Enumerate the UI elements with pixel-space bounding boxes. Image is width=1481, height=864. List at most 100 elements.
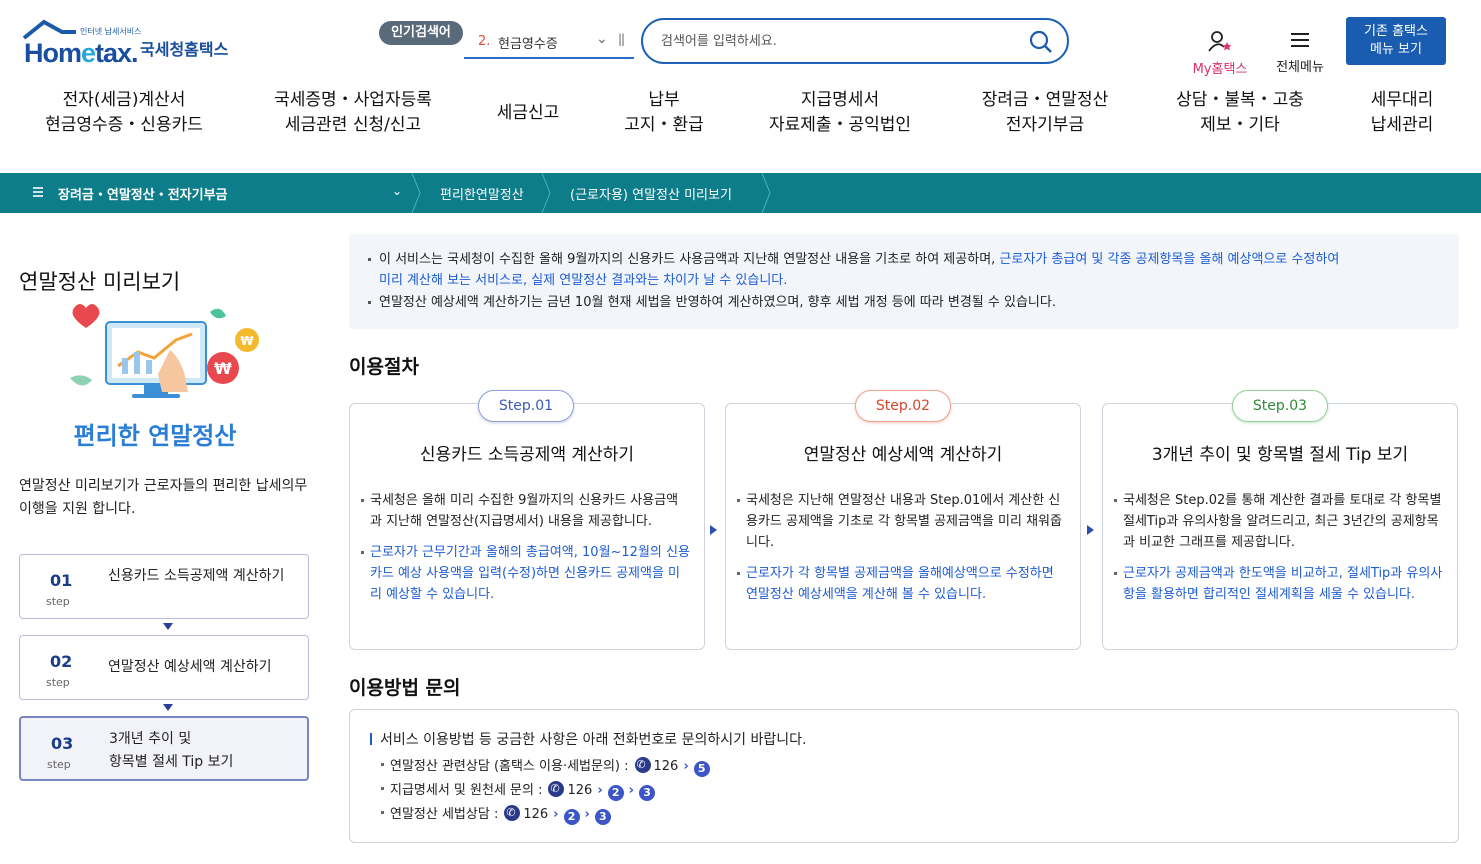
breadcrumb: 장려금・연말정산・전자기부금 ⌄ 편리한연말정산 (근로자용) 연말정산 미리보… [0,173,1481,213]
step-card-body: 국세청은 올해 미리 수집한 9월까지의 신용카드 사용금액과 지난해 연말정산… [361,490,690,615]
inquiry-title: 이용방법 문의 [349,677,461,699]
procedure-title: 이용절차 [349,356,419,378]
my-hometax-button[interactable]: My홈택스 [1188,30,1252,77]
step-label: 신용카드 소득공제액 계산하기 [108,568,285,584]
step-number: 01 [50,571,73,590]
illustration-caption: 편리한 연말정산 [73,422,237,450]
old-menu-button[interactable]: 기존 홈택스 메뉴 보기 [1346,17,1446,65]
gnb-label: 장려금・연말정산 [981,90,1109,110]
menu-number: 3 [594,809,611,825]
menu-number: 5 [693,761,710,777]
chevron-down-icon[interactable]: ⌄ [596,31,608,47]
arrow-right-icon [1087,525,1094,535]
arrow-right-icon: › [597,783,603,798]
svg-text:₩: ₩ [240,334,254,348]
step-card-text: 국세청은 지난해 연말정산 내용과 Step.01에서 계산한 신용카드 공제액… [737,490,1066,553]
popular-term[interactable]: 현금영수증 [498,33,558,52]
phone-number: 126 [653,759,679,774]
step-card-03: 3개년 추이 및 항목별 절세 Tip 보기 국세청은 Step.02를 통해 … [1102,403,1458,650]
menu-number: 3 [639,785,656,801]
menu-number: 2 [607,785,624,801]
arrow-right-icon: › [553,807,559,822]
sidebar-step-02[interactable]: 02 step 연말정산 예상세액 계산하기 [19,635,309,700]
step-label: 3개년 추이 및 항목별 절세 Tip 보기 [109,728,299,774]
gnb-label: 세금신고 [496,103,560,123]
house-icon [22,19,76,40]
step-label: 연말정산 예상세액 계산하기 [108,659,272,675]
svg-text:₩: ₩ [214,359,232,378]
sidebar-step-03[interactable]: 03 step 3개년 추이 및 항목별 절세 Tip 보기 [19,716,309,781]
step-card-02: 연말정산 예상세액 계산하기 국세청은 지난해 연말정산 내용과 Step.01… [725,403,1081,650]
page-title: 연말정산 미리보기 [19,270,181,294]
hamburger-icon [1291,33,1309,47]
gnb-item-certificate[interactable]: 국세증명・사업자등록 세금관련 신청/신고 [268,88,438,138]
breadcrumb-third[interactable]: (근로자용) 연말정산 미리보기 [570,184,732,203]
step-caption: step [46,595,70,608]
popular-rank: 2. [478,34,491,49]
gnb-label: 자료제출・공익법인 [768,115,912,135]
notice-box: 이 서비스는 국세청이 수집한 올해 9월까지의 신용카드 사용금액과 지난해 … [349,234,1459,329]
year-end-illustration: ₩ ₩ [70,304,259,398]
inquiry-box: 서비스 이용방법 등 궁금한 사항은 아래 전화번호로 문의하시기 바랍니다. … [349,709,1459,843]
inquiry-label: 연말정산 관련상담 (홈택스 이용·세법문의) : [390,759,629,774]
arrow-right-icon [710,525,717,535]
step-pill-01: Step.01 [478,390,574,422]
phone-icon [634,757,651,773]
old-menu-line1: 기존 홈택스 [1364,24,1428,39]
step-card-highlight: 근로자가 근무기간과 올해의 총급여액, 10월~12월의 신용카드 예상 사용… [361,542,690,605]
header: 인터넷 납세서비스 Hometax. 국세청홈택스 인기검색어 2. 현금영수증… [0,0,1481,172]
step-number: 02 [50,652,73,671]
pause-icon[interactable]: || [618,32,625,46]
inquiry-label: 연말정산 세법상담 : [390,807,499,822]
menu-number: 2 [563,809,580,825]
step-card-title: 신용카드 소득공제액 계산하기 [419,445,635,465]
gnb-item-einvoice[interactable]: 전자(세금)계산서 현금영수증・신용카드 [44,88,204,138]
breadcrumb-separator-icon [761,173,771,213]
user-icon [1208,31,1232,52]
inquiry-line: 지급명세서 및 원천세 문의 : 126 › 2 › 3 [380,779,656,801]
arrow-right-icon: › [584,807,590,822]
inquiry-line: 연말정산 세법상담 : 126 › 2 › 3 [381,803,611,825]
sidebar-step-01[interactable]: 01 step 신용카드 소득공제액 계산하기 [19,554,309,619]
gnb-item-tax-report[interactable]: 세금신고 [490,101,566,126]
gnb-label: 지급명세서 [800,90,880,110]
gnb-item-year-end[interactable]: 장려금・연말정산 전자기부금 [974,88,1116,138]
inquiry-head-text: 서비스 이용방법 등 궁금한 사항은 아래 전화번호로 문의하시기 바랍니다. [380,732,807,748]
step-card-highlight: 근로자가 각 항목별 공제금액을 올해예상액으로 수정하면 연말정산 예상세액을… [737,563,1066,605]
all-menu-button[interactable]: 전체메뉴 [1272,30,1328,75]
gnb-item-agent[interactable]: 세무대리 납세관리 [1362,88,1442,138]
logo-tagline: 인터넷 납세서비스 [80,27,142,36]
breadcrumb-separator-icon [411,173,421,213]
gnb-label: 세금관련 신청/신고 [284,115,422,135]
notice-item: 연말정산 예상세액 계산하기는 금년 10월 현재 세법을 반영하여 계산하였으… [368,292,1439,313]
search-input[interactable] [661,30,1021,52]
arrow-down-icon [163,623,173,630]
step-pill-02: Step.02 [855,390,951,422]
popular-search-badge: 인기검색어 [379,21,463,45]
gnb-label: 제보・기타 [1200,115,1280,135]
chevron-down-icon[interactable]: ⌄ [392,184,402,198]
breadcrumb-first[interactable]: 장려금・연말정산・전자기부금 [58,184,228,203]
phone-number: 126 [523,807,549,822]
step-card-text: 국세청은 Step.02를 통해 계산한 결과를 토대로 각 항목별 절세Tip… [1114,490,1443,553]
popular-search-rolling[interactable]: 2. 현금영수증 ⌄ || [464,24,634,59]
gnb-item-consult[interactable]: 상담・불복・고충 제보・기타 [1168,88,1312,138]
notice-item: 이 서비스는 국세청이 수집한 올해 9월까지의 신용카드 사용금액과 지난해 … [368,249,1439,291]
notice-highlight: 근로자가 총급여 및 각종 공제항목을 올해 예상액으로 수정하여 [999,252,1340,267]
step-caption: step [47,758,71,771]
gnb-item-payment[interactable]: 납부 고지・환급 [618,88,710,138]
gnb-item-payment-statement[interactable]: 지급명세서자료제출・공익법인 [760,88,920,138]
step-number: 03 [51,734,74,753]
search-icon[interactable] [1027,28,1055,56]
breadcrumb-second[interactable]: 편리한연말정산 [440,184,524,203]
old-menu-line2: 메뉴 보기 [1370,42,1422,57]
breadcrumb-separator-icon [541,173,551,213]
gnb-label: 전자(세금)계산서 [62,90,186,110]
menu-icon[interactable] [32,186,44,198]
hometax-logo[interactable]: 인터넷 납세서비스 Hometax. 국세청홈택스 [20,18,240,70]
bullet-bar [370,733,372,745]
sidebar-description: 연말정산 미리보기가 근로자들의 편리한 납세의무 이행을 지원 합니다. [19,478,308,517]
search-box [641,18,1069,64]
logo-wordmark: Hometax. [24,38,139,68]
phone-number: 126 [567,783,593,798]
